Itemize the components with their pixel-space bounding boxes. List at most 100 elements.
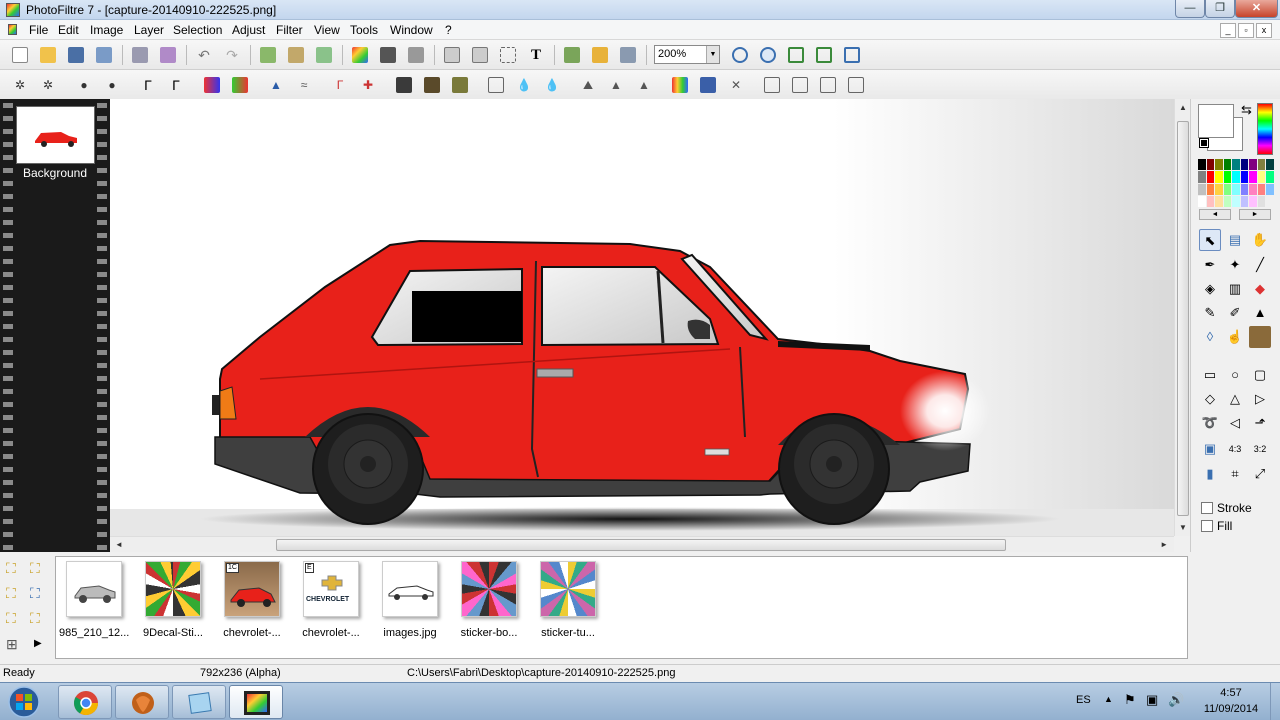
polygon-lasso-icon[interactable]: ◁ [1224, 412, 1246, 434]
explorer-icon[interactable] [564, 47, 580, 63]
brightness-plus-icon[interactable]: ● [104, 77, 120, 93]
magic-wand-icon[interactable]: ✦ [1224, 254, 1246, 276]
file-item[interactable]: images.jpg [375, 561, 445, 639]
document-icon[interactable] [8, 24, 17, 35]
scroll-up-icon[interactable]: ▲ [1179, 103, 1187, 112]
stamp-icon[interactable]: ▲ [1249, 302, 1271, 324]
gamma-minus-icon[interactable]: Γ [140, 77, 156, 93]
open-folder-icon[interactable] [40, 47, 56, 63]
zoom-in-icon[interactable] [732, 47, 748, 63]
menu-tools[interactable]: Tools [350, 23, 378, 37]
canvas-size-icon[interactable] [472, 47, 488, 63]
image-canvas[interactable] [110, 99, 1174, 536]
scroll-left-icon[interactable]: ◄ [115, 540, 123, 549]
scroll-right-icon[interactable]: ► [1160, 540, 1168, 549]
line-icon[interactable]: ╱ [1249, 254, 1271, 276]
rotate-right-icon[interactable] [848, 77, 864, 93]
folder-select-icon[interactable]: ⛶ [6, 610, 22, 626]
palette-prev-button[interactable]: ◄ [1199, 209, 1231, 220]
flip-horizontal-icon[interactable] [764, 77, 780, 93]
transparency-color-icon[interactable]: ✕ [728, 77, 744, 93]
maximize-button[interactable]: ❐ [1205, 0, 1235, 18]
horizontal-scroll-thumb[interactable] [276, 539, 1006, 551]
folder-settings-icon[interactable]: ⛶ [30, 610, 46, 626]
blur-icon[interactable]: 💧 [516, 77, 532, 93]
saturation-plus-icon[interactable] [232, 77, 248, 93]
taskbar-photofiltre-button[interactable] [229, 685, 283, 719]
show-hidden-icons-icon[interactable]: ▲ [1104, 694, 1113, 704]
grid-icon[interactable] [380, 47, 396, 63]
chevron-down-icon[interactable]: ▼ [706, 46, 719, 63]
emboss-icon[interactable]: ⛰ [580, 77, 596, 93]
colors-icon[interactable] [352, 47, 368, 63]
sharpen-icon[interactable]: 💧 [544, 77, 560, 93]
menu-view[interactable]: View [314, 23, 340, 37]
image-size-icon[interactable] [444, 47, 460, 63]
vertical-scroll-thumb[interactable] [1177, 121, 1189, 516]
blur-drop-icon[interactable]: ◊ [1199, 326, 1221, 348]
menu-adjust[interactable]: Adjust [232, 23, 265, 37]
mdi-close-button[interactable]: x [1256, 23, 1272, 38]
plugins-icon[interactable] [592, 47, 608, 63]
lasso-icon[interactable]: ➰ [1199, 412, 1221, 434]
eraser-icon[interactable]: ◆ [1249, 278, 1271, 300]
transparency-icon[interactable] [408, 47, 424, 63]
file-item[interactable]: 985_210_12... [59, 561, 129, 639]
foreground-color-swatch[interactable] [1198, 104, 1234, 138]
zoom-select[interactable]: 200% ▼ [654, 45, 720, 64]
menu-edit[interactable]: Edit [58, 23, 79, 37]
menu-help[interactable]: ? [445, 23, 452, 37]
paste-new-icon[interactable] [316, 47, 332, 63]
fill-bucket-icon[interactable]: ◈ [1199, 278, 1221, 300]
auto-contrast-icon[interactable]: ✚ [360, 77, 376, 93]
folder-favorites-icon[interactable]: ⛶ [6, 585, 22, 601]
import-selection-icon[interactable]: ⬏ [1249, 412, 1271, 434]
mdi-minimize-button[interactable]: _ [1220, 23, 1236, 38]
fullscreen-icon[interactable] [844, 47, 860, 63]
flag-icon[interactable]: ⚑ [1124, 692, 1136, 708]
fill-checkbox[interactable] [1201, 520, 1213, 532]
file-item[interactable]: sticker-tu... [533, 561, 603, 639]
hand-icon[interactable]: ✋ [1249, 229, 1271, 251]
clock-time[interactable]: 4:57 [1200, 687, 1262, 699]
ellipse-shape-icon[interactable]: ○ [1224, 364, 1246, 386]
flip-vertical-icon[interactable] [792, 77, 808, 93]
gamma-plus-icon[interactable]: Γ [168, 77, 184, 93]
dither-icon[interactable] [700, 77, 716, 93]
auto-levels-icon[interactable]: Γ [332, 77, 348, 93]
screen-capture-icon[interactable] [620, 47, 636, 63]
file-item[interactable]: 9Decal-Sti... [138, 561, 208, 639]
clock-date[interactable]: 11/09/2014 [1196, 703, 1266, 715]
palette-next-button[interactable]: ► [1239, 209, 1271, 220]
soften-icon[interactable] [488, 77, 504, 93]
layer-manager-icon[interactable]: ▤ [1224, 229, 1246, 251]
scroll-down-icon[interactable]: ▼ [1179, 523, 1187, 532]
swap-colors-icon[interactable]: ⇆ [1241, 102, 1252, 118]
zoom-out-icon[interactable] [760, 47, 776, 63]
crop-icon[interactable] [500, 47, 516, 63]
print-icon[interactable] [132, 47, 148, 63]
rectangle-shape-icon[interactable]: ▭ [1199, 364, 1221, 386]
save-as-icon[interactable] [96, 47, 112, 63]
redo-icon[interactable]: ↷ [224, 47, 240, 63]
undo-icon[interactable]: ↶ [196, 47, 212, 63]
ratio-4-3-icon[interactable]: 4:3 [1224, 438, 1246, 460]
taskbar-app-button[interactable] [115, 685, 169, 719]
sepia-icon[interactable] [424, 77, 440, 93]
brush-icon[interactable]: ✎ [1199, 302, 1221, 324]
sparkle-plus-icon[interactable]: ✲ [40, 77, 56, 93]
file-item[interactable]: 1C chevrolet-... [217, 561, 287, 639]
new-file-icon[interactable] [12, 47, 28, 63]
file-item[interactable]: sticker-bo... [454, 561, 524, 639]
levels-icon[interactable]: ▲ [268, 77, 284, 93]
right-triangle-shape-icon[interactable]: ▷ [1249, 388, 1271, 410]
actual-size-icon[interactable] [816, 47, 832, 63]
selection-arrow-icon[interactable]: ⬉ [1199, 229, 1221, 251]
menu-file[interactable]: File [29, 23, 48, 37]
volume-icon[interactable]: 🔊 [1168, 692, 1184, 708]
close-button[interactable]: ✕ [1235, 0, 1278, 18]
scan-icon[interactable] [160, 47, 176, 63]
file-item[interactable]: E CHEVROLET chevrolet-... [296, 561, 366, 639]
horizontal-scrollbar[interactable]: ◄ ► [110, 536, 1174, 552]
language-indicator[interactable]: ES [1076, 694, 1091, 706]
